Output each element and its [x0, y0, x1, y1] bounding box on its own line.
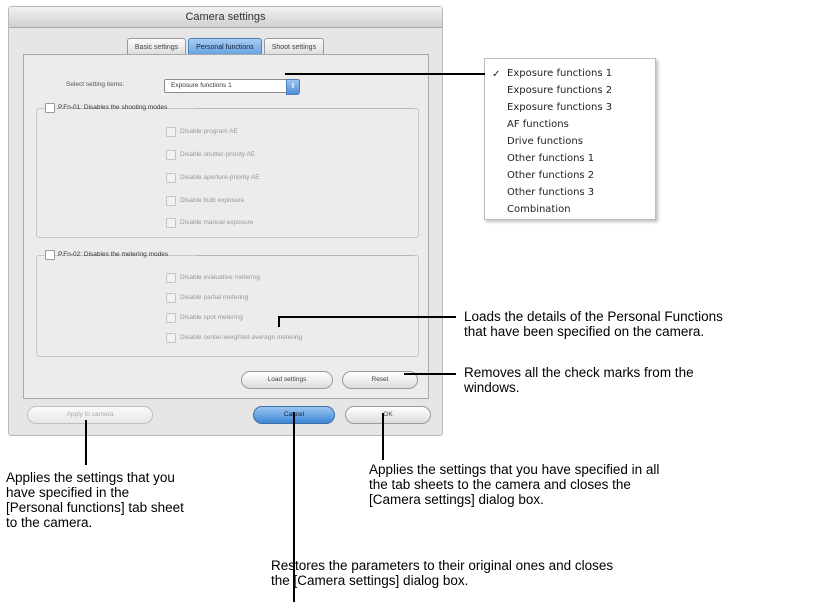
- option-checkbox[interactable]: [166, 273, 176, 283]
- pfn01-header: P.Fn-01: Disables the shooting modes: [58, 104, 168, 111]
- setting-items-menu: ✓ Exposure functions 1 Exposure function…: [484, 58, 656, 220]
- pfn01-checkbox[interactable]: [45, 103, 55, 113]
- option-checkbox[interactable]: [166, 218, 176, 228]
- option-label: Disable bulb exposure: [180, 197, 245, 204]
- option-label: Disable aperture-priority AE: [180, 174, 260, 181]
- menu-item-other-functions-2[interactable]: Other functions 2: [507, 170, 594, 181]
- option-label: Disable evaluative metering: [180, 274, 260, 281]
- option-checkbox[interactable]: [166, 150, 176, 160]
- option-label: Disable shutter-priority AE: [180, 151, 256, 158]
- load-settings-button[interactable]: Load settings: [241, 371, 333, 389]
- callout-ok: Applies the settings that you have speci…: [369, 462, 660, 507]
- callout-apply-to-camera: Applies the settings that you have speci…: [6, 470, 184, 530]
- ok-button[interactable]: OK: [345, 406, 431, 424]
- menu-item-exposure-functions-1[interactable]: Exposure functions 1: [507, 68, 612, 79]
- option-label: Disable spot metering: [180, 314, 243, 321]
- checkmark-icon: ✓: [492, 69, 501, 80]
- divider: [196, 255, 414, 256]
- callout-line-reset: [404, 373, 456, 375]
- divider: [194, 108, 414, 109]
- callout-line-apply: [85, 420, 87, 465]
- camera-settings-dialog: Camera settings Basic settings Personal f…: [8, 6, 443, 436]
- callout-cancel: Restores the parameters to their origina…: [271, 558, 614, 588]
- option-checkbox[interactable]: [166, 196, 176, 206]
- pfn02-checkbox[interactable]: [45, 250, 55, 260]
- pfn02-header: P.Fn-02: Disables the metering modes: [58, 251, 169, 258]
- menu-item-drive-functions[interactable]: Drive functions: [507, 136, 583, 147]
- menu-item-other-functions-1[interactable]: Other functions 1: [507, 153, 594, 164]
- option-label: Disable center-weighted average metering: [180, 334, 303, 341]
- option-checkbox[interactable]: [166, 293, 176, 303]
- menu-item-exposure-functions-2[interactable]: Exposure functions 2: [507, 85, 612, 96]
- menu-item-exposure-functions-3[interactable]: Exposure functions 3: [507, 102, 612, 113]
- option-label: Disable manual exposure: [180, 219, 254, 226]
- callout-load-settings: Loads the details of the Personal Functi…: [464, 309, 723, 339]
- group-metering-modes: [36, 255, 419, 357]
- select-arrow-icon: ⇕: [286, 79, 300, 95]
- option-checkbox[interactable]: [166, 173, 176, 183]
- callout-line-select: [285, 73, 485, 75]
- callout-line-ok: [382, 413, 384, 460]
- callout-reset: Removes all the check marks from the win…: [464, 365, 694, 395]
- select-value: Exposure functions 1: [171, 82, 232, 89]
- apply-to-camera-button[interactable]: Apply to camera: [27, 406, 153, 424]
- option-checkbox[interactable]: [166, 313, 176, 323]
- dialog-title: Camera settings: [9, 7, 442, 28]
- option-checkbox[interactable]: [166, 333, 176, 343]
- option-label: Disable program AE: [180, 128, 238, 135]
- option-checkbox[interactable]: [166, 127, 176, 137]
- option-label: Disable partial metering: [180, 294, 249, 301]
- setting-items-select[interactable]: Exposure functions 1 ⇕: [164, 79, 300, 95]
- menu-item-other-functions-3[interactable]: Other functions 3: [507, 187, 594, 198]
- menu-item-combination[interactable]: Combination: [507, 204, 571, 215]
- select-setting-items-label: Select setting items:: [66, 81, 125, 88]
- callout-line-load: [278, 316, 456, 318]
- menu-item-af-functions[interactable]: AF functions: [507, 119, 569, 130]
- personal-functions-panel: Select setting items: Exposure functions…: [23, 54, 429, 399]
